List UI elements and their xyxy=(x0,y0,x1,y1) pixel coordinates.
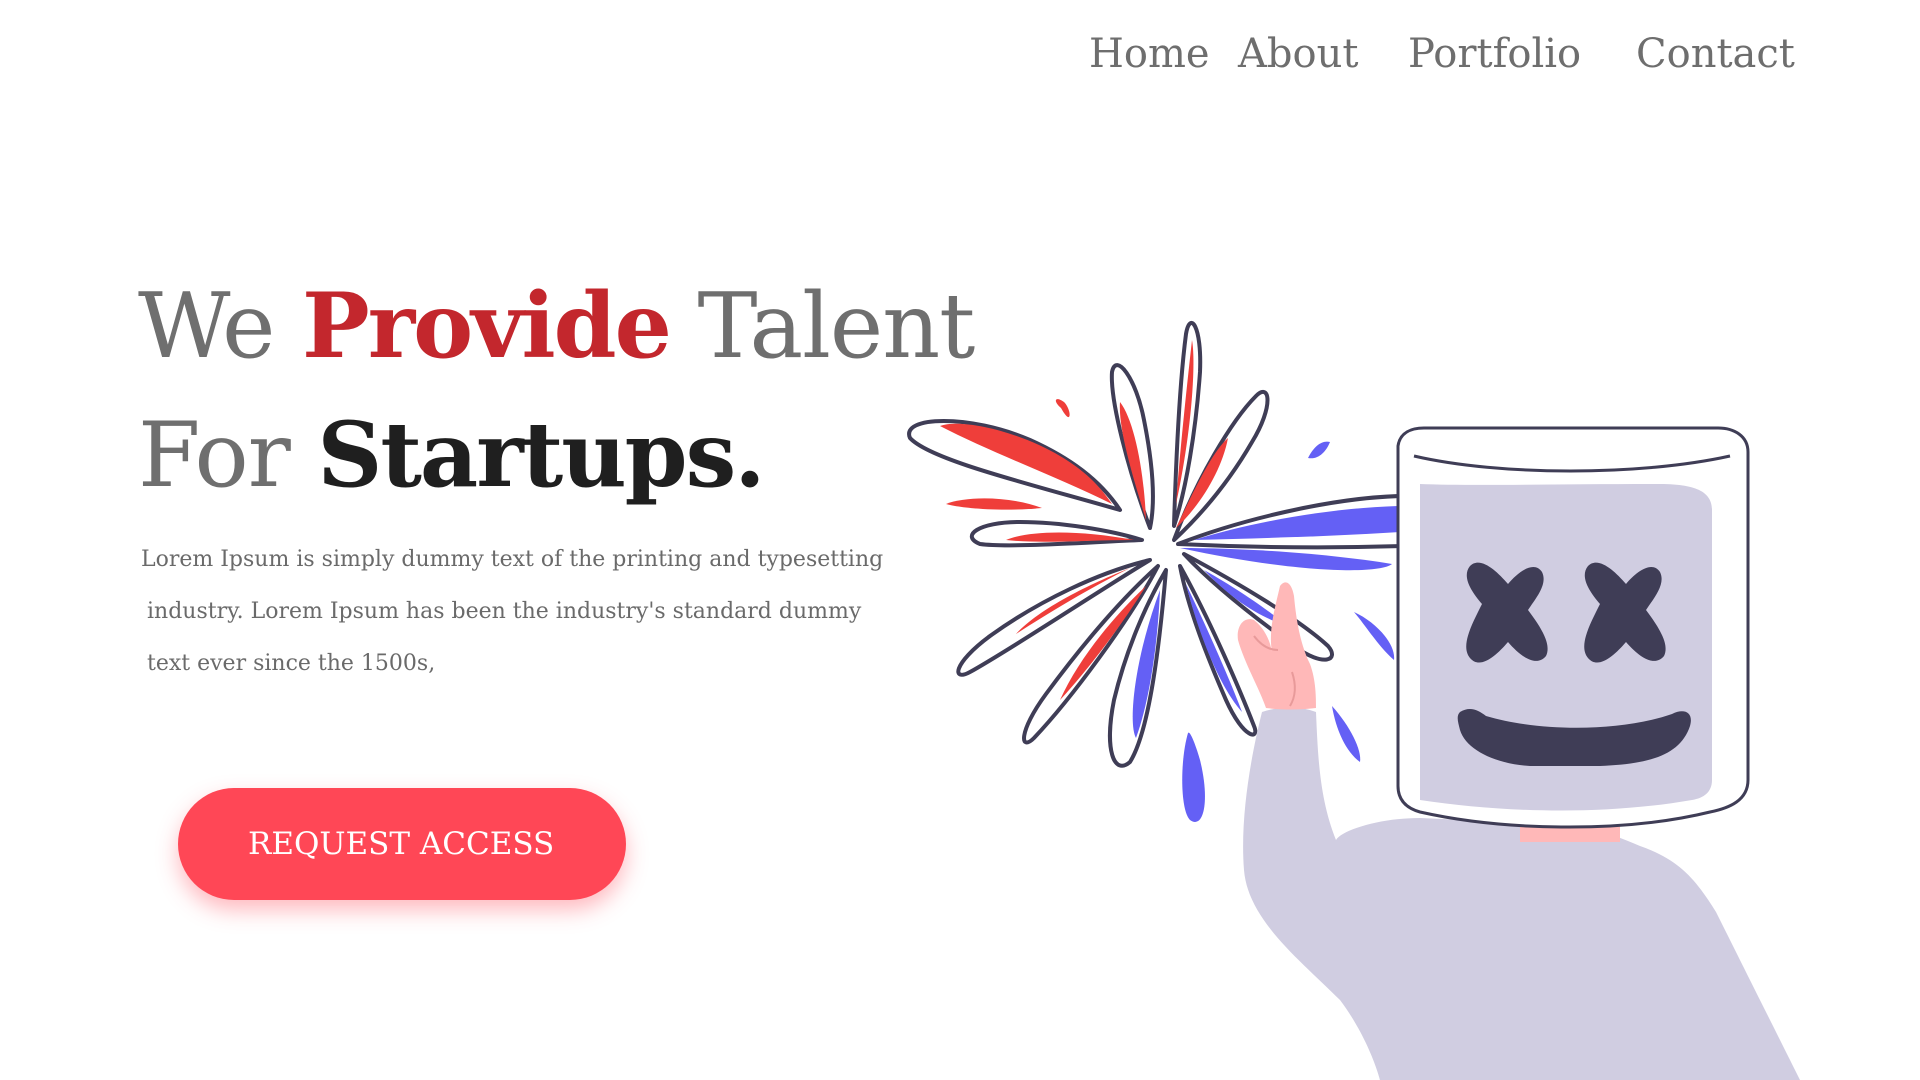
request-access-button[interactable]: REQUEST ACCESS xyxy=(178,788,626,900)
hero-description-line: industry. Lorem Ipsum has been the indus… xyxy=(147,599,862,624)
hero-title-for: For xyxy=(138,403,318,508)
hero-title-accent: Provide xyxy=(302,273,672,379)
marshmello-fireworks-illustration xyxy=(907,320,1800,1080)
hero-title: We Provide Talent For Startups. xyxy=(138,262,975,520)
nav-link-contact[interactable]: Contact xyxy=(1636,24,1795,84)
hero-description-line: Lorem Ipsum is simply dummy text of the … xyxy=(141,547,884,572)
hero-title-line-1: We Provide Talent xyxy=(138,262,975,391)
hero-description: Lorem Ipsum is simply dummy text of the … xyxy=(141,534,941,690)
nav-link-home[interactable]: Home xyxy=(1089,24,1210,84)
hero-title-line-2: For Startups. xyxy=(138,391,974,520)
firework-burst xyxy=(907,320,1406,768)
hero-description-line: text ever since the 1500s, xyxy=(147,651,436,676)
nav-link-portfolio[interactable]: Portfolio xyxy=(1408,24,1581,84)
nav-link-about[interactable]: About xyxy=(1238,24,1358,84)
hero-title-strong: Startups. xyxy=(317,402,765,508)
main-nav: Home About Portfolio Contact xyxy=(1080,24,1800,88)
marshmallow-head xyxy=(1396,426,1750,829)
hero-title-we: We xyxy=(138,274,303,379)
